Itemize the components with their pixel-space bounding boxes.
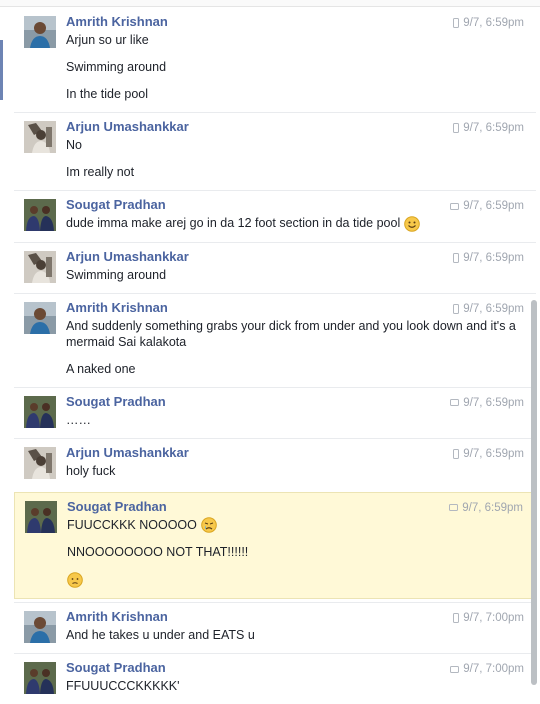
message-timestamp: 9/7, 6:59pm	[453, 17, 524, 29]
message-text	[67, 571, 527, 588]
message-text: A naked one	[66, 361, 528, 377]
message-timestamp: 9/7, 7:00pm	[450, 663, 524, 675]
timestamp-text: 9/7, 6:59pm	[463, 17, 524, 29]
worried-emoji-icon	[67, 572, 83, 588]
message-text-content: ……	[66, 412, 91, 427]
timestamp-text: 9/7, 7:00pm	[463, 612, 524, 625]
avatar-arjun[interactable]	[24, 250, 56, 283]
message-text-content: Swimming around	[66, 267, 167, 282]
message-text: Im really not	[66, 164, 528, 180]
message-text: FFUUUCCCKKKKK'	[66, 678, 528, 694]
mobile-phone-icon	[453, 448, 460, 459]
message-text-content: A naked one	[66, 361, 136, 376]
message-text-content: Arjun so ur like	[66, 33, 149, 47]
message-group: Arjun Umashankkar 9/7, 6:59pm No Im really …	[14, 112, 536, 190]
message-timestamp: 9/7, 6:59pm	[453, 448, 524, 460]
message-group: Sougat Pradhan 9/7, 6:59pm dude imma make …	[14, 190, 536, 242]
message-timestamp: 9/7, 6:59pm	[450, 397, 524, 409]
avatar-amrith[interactable]	[24, 16, 56, 48]
message-group: Amrith Krishnan 9/7, 7:00pm And he takes u…	[14, 602, 536, 653]
message-text: And he takes u under and EATS u	[66, 627, 528, 643]
message-text: In the tide pool	[66, 86, 528, 102]
message-text: holy fuck	[66, 463, 528, 479]
message-timestamp: 9/7, 6:59pm	[453, 122, 524, 134]
scrollbar[interactable]	[531, 0, 537, 695]
message-text: NNOOOOOOOO NOT THAT!!!!!!	[67, 544, 527, 560]
message-group: Amrith Krishnan 9/7, 6:59pm And suddenly s…	[14, 292, 536, 387]
message-text-content: And suddenly something grabs your dick f…	[66, 318, 516, 349]
timestamp-text: 9/7, 6:59pm	[462, 501, 523, 514]
message-timestamp: 9/7, 6:59pm	[453, 303, 524, 315]
message-text-content: In the tide pool	[66, 87, 149, 101]
timestamp-text: 9/7, 6:59pm	[463, 251, 524, 264]
mobile-phone-icon	[453, 303, 460, 314]
message-text-content: Im really not	[66, 165, 135, 179]
left-accent-bar	[0, 40, 3, 100]
chat-bubble-icon	[450, 399, 460, 407]
avatar-amrith[interactable]	[24, 611, 56, 644]
message-timestamp: 9/7, 7:00pm	[453, 612, 524, 624]
chat-bubble-icon	[450, 202, 460, 210]
avatar-arjun[interactable]	[24, 446, 56, 479]
smile-emoji-icon	[404, 215, 421, 232]
message-group: Sougat Pradhan 9/7, 7:00pm FFUUUCCCKKKKK'	[14, 653, 536, 704]
message-group: Arjun Umashankkar 9/7, 6:59pm Swimming aro…	[14, 241, 536, 293]
scrollbar-thumb[interactable]	[531, 300, 537, 685]
message-text-content: No	[66, 138, 82, 152]
timestamp-text: 9/7, 6:59pm	[463, 447, 524, 460]
message-text: Arjun so ur like	[66, 32, 528, 48]
window-top-frame	[0, 0, 540, 7]
crying-emoji-icon	[201, 517, 217, 534]
message-text-content: NNOOOOOOOO NOT THAT!!!!!!	[67, 545, 249, 560]
timestamp-text: 9/7, 6:59pm	[463, 200, 524, 212]
message-text-content: And he takes u under and EATS u	[66, 628, 255, 643]
avatar-sougat[interactable]	[24, 662, 56, 695]
avatar-arjun[interactable]	[24, 121, 56, 153]
message-text-content: FFUUUCCCKKKKK'	[66, 679, 180, 694]
mobile-phone-icon	[453, 18, 460, 28]
message-text: ……	[66, 412, 528, 428]
message-text-content: holy fuck	[66, 463, 116, 478]
message-group: Arjun Umashankkar 9/7, 6:59pm holy fuck	[14, 437, 536, 489]
message-text: Swimming around	[66, 267, 528, 283]
mobile-phone-icon	[453, 123, 460, 133]
message-text-content: dude imma make arej go in da 12 foot sec…	[66, 216, 401, 230]
avatar-sougat[interactable]	[24, 199, 56, 231]
timestamp-text: 9/7, 7:00pm	[463, 663, 524, 676]
message-group: Sougat Pradhan 9/7, 6:59pm……	[14, 386, 536, 438]
timestamp-text: 9/7, 6:59pm	[463, 122, 524, 134]
message-text: Swimming around	[66, 59, 528, 75]
mobile-phone-icon	[453, 252, 460, 263]
message-timestamp: 9/7, 6:59pm	[449, 502, 523, 514]
message-text: And suddenly something grabs your dick f…	[66, 318, 528, 350]
avatar-amrith[interactable]	[24, 301, 56, 334]
message-text-content: FUUCCKKK NOOOOO	[67, 517, 197, 532]
chat-bubble-icon	[449, 504, 459, 512]
avatar-sougat[interactable]	[24, 395, 56, 428]
message-timestamp: 9/7, 6:59pm	[450, 200, 524, 212]
message-timestamp: 9/7, 6:59pm	[453, 252, 524, 264]
message-group: Sougat Pradhan 9/7, 6:59pm FUUCCKKK NOOOOO…	[14, 491, 536, 600]
chat-bubble-icon	[450, 665, 460, 673]
avatar-sougat[interactable]	[25, 500, 57, 533]
message-text: dude imma make arej go in da 12 foot sec…	[66, 215, 528, 232]
message-group: Amrith Krishnan 9/7, 6:59pm Arjun so ur li…	[14, 8, 536, 112]
message-thread: Amrith Krishnan 9/7, 6:59pm Arjun so ur li…	[14, 8, 536, 704]
timestamp-text: 9/7, 6:59pm	[463, 396, 524, 409]
message-text: No	[66, 137, 528, 153]
message-text-content: Swimming around	[66, 60, 167, 74]
mobile-phone-icon	[453, 613, 460, 624]
timestamp-text: 9/7, 6:59pm	[463, 302, 524, 315]
message-text: FUUCCKKK NOOOOO	[67, 517, 527, 534]
